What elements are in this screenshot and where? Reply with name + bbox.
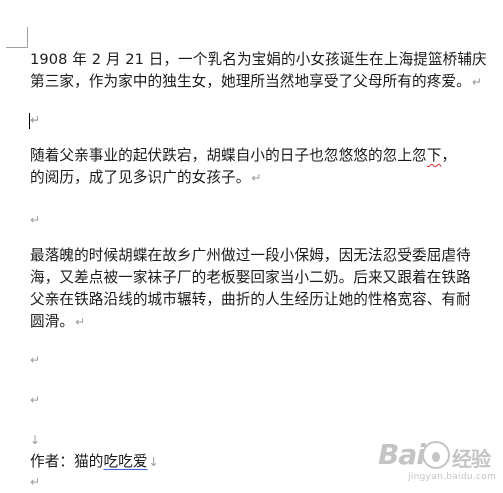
spelling-error-word[interactable]: 下: [427, 147, 442, 164]
empty-line[interactable]: ↵: [30, 349, 40, 371]
text-line[interactable]: 1908 年 2 月 21 日，一个乳名为宝娟的小女孩诞生在上海提篮桥辅庆: [30, 49, 487, 71]
paw-icon: [422, 441, 450, 469]
text-cursor: [29, 113, 30, 129]
paragraph-mark: ↵: [30, 393, 41, 407]
margin-crop-mark-horizontal: [6, 47, 27, 48]
paragraph-mark: ↵: [30, 475, 41, 489]
watermark-logo: Bai: [378, 438, 426, 471]
text-line[interactable]: 圆滑。↵: [30, 311, 85, 333]
text-line[interactable]: 随着父亲事业的起伏跌宕，胡蝶自小的日子也忽悠悠的忽上忽下，: [30, 145, 456, 167]
paragraph-mark: ↵: [30, 353, 41, 367]
text-line[interactable]: 最落魄的时候胡蝶在故乡广州做过一段小保姆，因无法忍受委屈虐待: [30, 245, 471, 267]
text-line[interactable]: 第三家，作为家中的独生女，她理所当然地享受了父母所有的疼爱。↵: [30, 71, 482, 93]
text-line[interactable]: 父亲在铁路沿线的城市辗转，曲折的人生经历让她的性格宽容、有耐: [30, 289, 471, 311]
line-text: 最落魄的时候胡蝶在故乡广州做过一段小保姆，因无法忍受委屈虐待: [30, 247, 471, 264]
baidu-jingyan-watermark: Bai 经验 jingyan.baidu.com: [378, 439, 500, 487]
line-text: 圆滑。: [30, 313, 75, 330]
line-text: ，: [441, 147, 457, 164]
line-text: 海，又差点被一家袜子厂的老板娶回家当小二奶。后来又跟着在铁路: [30, 269, 471, 286]
line-text: 第三家，作为家中的独生女，她理所当然地享受了父母所有的疼爱。: [30, 73, 471, 90]
paragraph-mark: ↵: [471, 75, 482, 89]
line-break-mark: ↓: [148, 455, 159, 469]
line-text: 1908 年 2 月 21 日，一个乳名为宝娟的小女孩诞生在上海提篮桥辅庆: [30, 51, 487, 68]
author-name[interactable]: 吃吃爱: [103, 453, 147, 470]
cursor-line[interactable]: ↵: [30, 109, 40, 131]
watermark-logo-suffix: 经验: [452, 447, 491, 471]
text-line[interactable]: 的阅历，成了见多识广的女孩子。↵: [30, 167, 262, 189]
empty-line[interactable]: ↵: [30, 389, 40, 411]
line-text: 的阅历，成了见多识广的女孩子。: [30, 169, 251, 186]
margin-crop-mark-vertical: [27, 27, 28, 48]
empty-line[interactable]: ↵: [30, 209, 40, 231]
author-line[interactable]: 作者：猫的吃吃爱↓: [30, 451, 159, 473]
paragraph-mark: ↵: [30, 213, 41, 227]
paragraph-mark: ↵: [30, 113, 41, 127]
empty-line[interactable]: ↓: [30, 429, 40, 451]
paragraph-mark: ↵: [251, 171, 262, 185]
watermark-url: jingyan.baidu.com: [408, 472, 497, 482]
paragraph-mark: ↵: [75, 315, 86, 329]
text-line[interactable]: 海，又差点被一家袜子厂的老板娶回家当小二奶。后来又跟着在铁路: [30, 267, 471, 289]
author-label: 作者：猫的: [30, 453, 104, 470]
line-text: 随着父亲事业的起伏跌宕，胡蝶自小的日子也忽悠悠的忽上忽: [30, 147, 427, 164]
document-page[interactable]: 1908 年 2 月 21 日，一个乳名为宝娟的小女孩诞生在上海提篮桥辅庆 第三…: [0, 0, 503, 490]
line-text: 父亲在铁路沿线的城市辗转，曲折的人生经历让她的性格宽容、有耐: [30, 291, 471, 308]
line-break-mark: ↓: [30, 433, 41, 447]
